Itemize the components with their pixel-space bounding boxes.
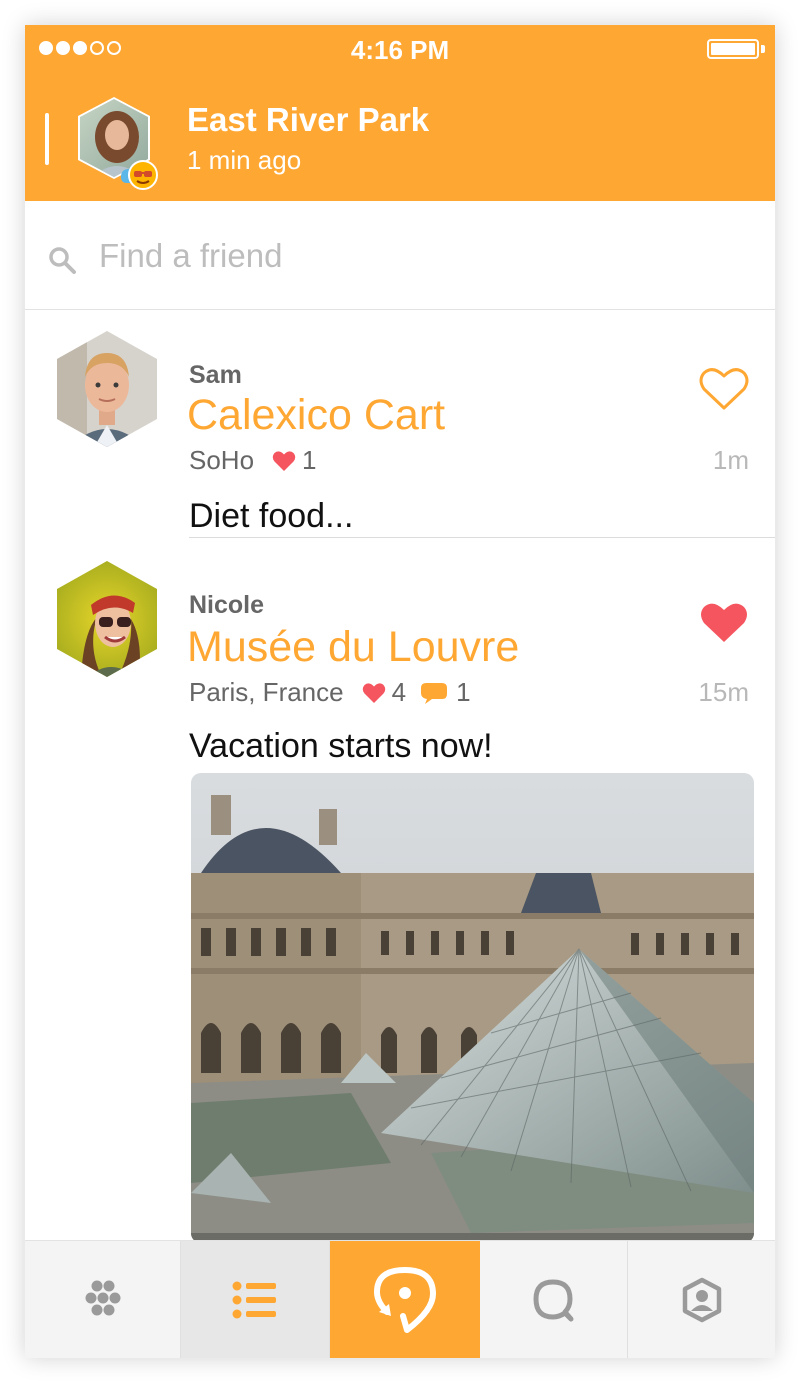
app-screen: 4:16 PM East River Park 1 min ago Find a… xyxy=(25,25,775,1358)
post-location: Paris, France xyxy=(189,677,344,707)
tab-bar xyxy=(25,1240,775,1358)
status-time: 4:16 PM xyxy=(350,35,450,65)
like-heart-filled-icon[interactable] xyxy=(699,601,749,645)
search-icon xyxy=(49,247,76,274)
battery-icon xyxy=(707,39,759,59)
like-count: 4 xyxy=(391,677,407,707)
post-author[interactable]: Sam xyxy=(189,361,242,390)
tab-check-in[interactable] xyxy=(330,1241,480,1358)
like-heart-outline-icon[interactable] xyxy=(699,367,749,411)
comment-icon xyxy=(421,682,448,704)
post-author[interactable]: Nicole xyxy=(189,591,264,620)
post-meta: Paris, France 4 1 xyxy=(189,677,471,708)
post-place[interactable]: Musée du Louvre xyxy=(187,623,519,672)
post-time: 15m xyxy=(698,677,749,707)
tab-feed[interactable] xyxy=(181,1241,330,1358)
post-place[interactable]: Calexico Cart xyxy=(187,391,445,440)
post-time: 1m xyxy=(712,445,749,475)
heart-icon xyxy=(362,682,385,703)
post-meta: SoHo 1 xyxy=(189,445,317,476)
comment-count: 1 xyxy=(456,677,471,707)
post-photo[interactable] xyxy=(191,773,754,1243)
tab-messages[interactable] xyxy=(480,1241,628,1358)
location-refresh-icon xyxy=(374,1267,436,1333)
back-handle[interactable] xyxy=(45,113,49,165)
list-icon xyxy=(232,1281,276,1319)
checkin-time: 1 min ago xyxy=(187,145,302,175)
hexagon-dots-icon xyxy=(85,1280,120,1316)
post-location: SoHo xyxy=(189,445,255,475)
post-caption: Vacation starts now! xyxy=(189,727,493,765)
feed-divider xyxy=(189,537,775,538)
status-bar: 4:16 PM xyxy=(25,25,775,75)
profile-icon xyxy=(682,1277,721,1323)
post-caption: Diet food... xyxy=(189,497,354,535)
search-input[interactable] xyxy=(97,229,741,283)
feed-item[interactable]: Sam Calexico Cart SoHo 1 Diet food... 1m xyxy=(25,309,775,539)
tab-profile[interactable] xyxy=(628,1241,775,1358)
user-avatar[interactable] xyxy=(47,329,167,449)
tab-explore[interactable] xyxy=(25,1241,181,1358)
user-avatar[interactable] xyxy=(47,559,167,679)
friend-search-bar xyxy=(25,201,775,310)
location-title: East River Park xyxy=(187,101,430,138)
like-count: 1 xyxy=(302,445,317,475)
sunny-weather-icon xyxy=(121,160,158,190)
chat-bubble-icon xyxy=(533,1279,573,1322)
heart-icon xyxy=(272,450,296,471)
location-header[interactable]: East River Park 1 min ago xyxy=(25,75,775,201)
